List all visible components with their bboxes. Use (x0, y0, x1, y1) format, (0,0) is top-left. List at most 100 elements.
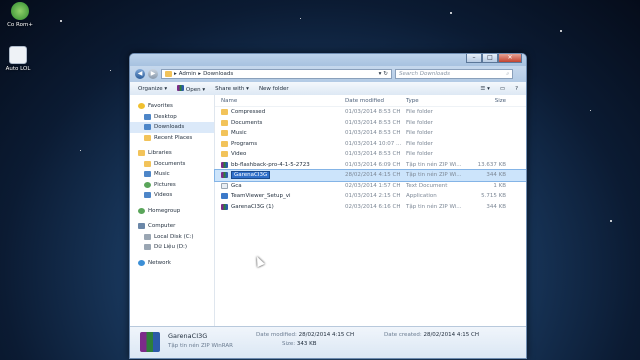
preview-pane-icon[interactable]: ▭ (500, 86, 505, 92)
desktop-icon-label: Auto LOL (5, 66, 31, 72)
breadcrumb-separator: ▸ (174, 71, 177, 77)
winrar-icon (177, 84, 185, 91)
file-row[interactable]: TeamViewer_Setup_vi 01/03/2014 2:15 CH A… (215, 191, 526, 202)
details-size: Size: 343 KB (282, 341, 317, 347)
archive-icon (221, 203, 228, 210)
file-date: 02/03/2014 1:57 CH (345, 182, 401, 189)
file-size: 13.637 KB (477, 161, 506, 168)
file-row[interactable]: Documents 01/03/2014 8:53 CH File folder (215, 118, 526, 129)
close-button[interactable]: ✕ (498, 54, 522, 63)
file-name: GarenaCI3G (1) (231, 203, 274, 210)
breadcrumb-downloads[interactable]: Downloads (203, 71, 233, 77)
folder-icon (221, 119, 228, 126)
file-row[interactable]: Gca 02/03/2014 1:57 CH Text Document 1 K… (215, 181, 526, 192)
file-name: Music (231, 130, 247, 137)
folder-icon (221, 109, 228, 116)
file-row[interactable]: Compressed 01/03/2014 8:53 CH File folde… (215, 107, 526, 118)
details-date-created: Date created: 28/02/2014 4:15 CH (384, 332, 479, 338)
network-icon (138, 259, 145, 266)
file-row[interactable]: Programs 01/03/2014 10:07 ... File folde… (215, 139, 526, 150)
file-type: File folder (406, 140, 433, 147)
file-date: 01/03/2014 10:07 ... (345, 140, 402, 147)
file-row[interactable]: Music 01/03/2014 8:53 CH File folder (215, 128, 526, 139)
folder-icon (221, 140, 228, 147)
nav-pictures[interactable]: Pictures (130, 180, 214, 191)
rename-input[interactable]: GarenaCI3G (231, 171, 271, 180)
details-pane: GarenaCI3G Tập tin nén ZIP WinRAR Date m… (130, 326, 526, 358)
file-type: Tập tin nén ZIP Wi... (406, 172, 462, 179)
text-file-icon (221, 182, 228, 189)
file-name: bb-flashback-pro-4-1-5-2723 (231, 161, 310, 168)
forward-button[interactable]: ▶ (148, 69, 158, 79)
search-placeholder: Search Downloads (399, 71, 450, 77)
file-type: File folder (406, 109, 433, 116)
nav-computer[interactable]: Computer (130, 221, 214, 232)
nav-network[interactable]: Network (130, 258, 214, 269)
file-name: Compressed (231, 109, 266, 116)
title-bar[interactable]: – □ ✕ (130, 54, 526, 66)
column-header-type[interactable]: Type (406, 98, 466, 104)
nav-recent-places[interactable]: Recent Places (130, 133, 214, 144)
file-name: Video (231, 151, 247, 158)
file-size: 1 KB (493, 182, 506, 189)
help-icon[interactable]: ? (515, 86, 518, 92)
file-date: 01/03/2014 8:53 CH (345, 151, 401, 158)
file-date: 28/02/2014 4:15 CH (345, 172, 401, 179)
file-row[interactable]: bb-flashback-pro-4-1-5-2723 01/03/2014 6… (215, 160, 526, 171)
back-button[interactable]: ◀ (135, 69, 145, 79)
file-size: 344 KB (486, 203, 506, 210)
desktop-icon-co-rom[interactable]: Co Rom+ (2, 2, 38, 28)
details-file-name: GarenaCI3G (168, 332, 208, 340)
folder-icon (221, 151, 228, 158)
nav-homegroup[interactable]: Homegroup (130, 206, 214, 217)
star-icon (138, 103, 145, 110)
nav-favorites[interactable]: Favorites (130, 101, 214, 112)
file-date: 01/03/2014 8:53 CH (345, 109, 401, 116)
new-folder-button[interactable]: New folder (259, 86, 289, 92)
maximize-button[interactable]: □ (482, 54, 498, 63)
search-input[interactable]: Search Downloads ⌕ (395, 69, 513, 79)
file-type: File folder (406, 119, 433, 126)
nav-documents[interactable]: Documents (130, 159, 214, 170)
file-type: Tập tin nén ZIP Wi... (406, 203, 462, 210)
nav-music[interactable]: Music (130, 169, 214, 180)
navigation-bar: ◀ ▶ ▸ Admin ▸ Downloads ▾ ↻ Search Downl… (130, 66, 526, 82)
nav-videos[interactable]: Videos (130, 190, 214, 201)
drive-icon (144, 233, 151, 240)
organize-button[interactable]: Organize ▾ (138, 86, 167, 92)
nav-du-lieu[interactable]: Dữ Liệu (D:) (130, 242, 214, 253)
file-size: 344 KB (486, 172, 506, 179)
desktop-icon-auto-lol[interactable]: Auto LOL (0, 46, 36, 72)
address-bar[interactable]: ▸ Admin ▸ Downloads ▾ ↻ (161, 69, 392, 79)
nav-downloads[interactable]: Downloads (130, 122, 214, 133)
desktop-icon (144, 113, 151, 120)
column-headers: Name Date modified Type Size (215, 95, 526, 107)
file-date: 01/03/2014 8:53 CH (345, 119, 401, 126)
file-date: 01/03/2014 6:09 CH (345, 161, 401, 168)
refresh-icon[interactable]: ↻ (383, 71, 388, 77)
file-row[interactable]: Video 01/03/2014 8:53 CH File folder (215, 149, 526, 160)
nav-libraries[interactable]: Libraries (130, 148, 214, 159)
downloads-icon (144, 124, 151, 131)
nav-local-disk[interactable]: Local Disk (C:) (130, 232, 214, 243)
breadcrumb-admin[interactable]: Admin (179, 71, 197, 77)
minimize-button[interactable]: – (466, 54, 482, 63)
file-name: Documents (231, 119, 263, 126)
pictures-icon (144, 181, 151, 188)
share-with-button[interactable]: Share with ▾ (215, 86, 249, 92)
address-dropdown-icon[interactable]: ▾ (379, 71, 382, 77)
homegroup-icon (138, 207, 145, 214)
view-options-icon[interactable]: ☰ ▾ (480, 86, 489, 92)
file-type: Text Document (406, 182, 448, 189)
column-header-name[interactable]: Name (215, 98, 345, 104)
column-header-date[interactable]: Date modified (345, 98, 406, 104)
file-row[interactable]: GarenaCI3G (1) 02/03/2014 6:16 CH Tập ti… (215, 202, 526, 213)
open-button[interactable]: Open ▾ (177, 84, 205, 93)
command-bar: Organize ▾ Open ▾ Share with ▾ New folde… (130, 82, 526, 96)
column-header-size[interactable]: Size (466, 98, 506, 104)
file-row-selected[interactable]: GarenaCI3G 28/02/2014 4:15 CH Tập tin né… (214, 169, 526, 182)
winrar-icon (140, 332, 160, 352)
file-type: Application (406, 193, 437, 200)
explorer-window: – □ ✕ ◀ ▶ ▸ Admin ▸ Downloads ▾ ↻ Search… (129, 53, 527, 359)
nav-desktop[interactable]: Desktop (130, 112, 214, 123)
